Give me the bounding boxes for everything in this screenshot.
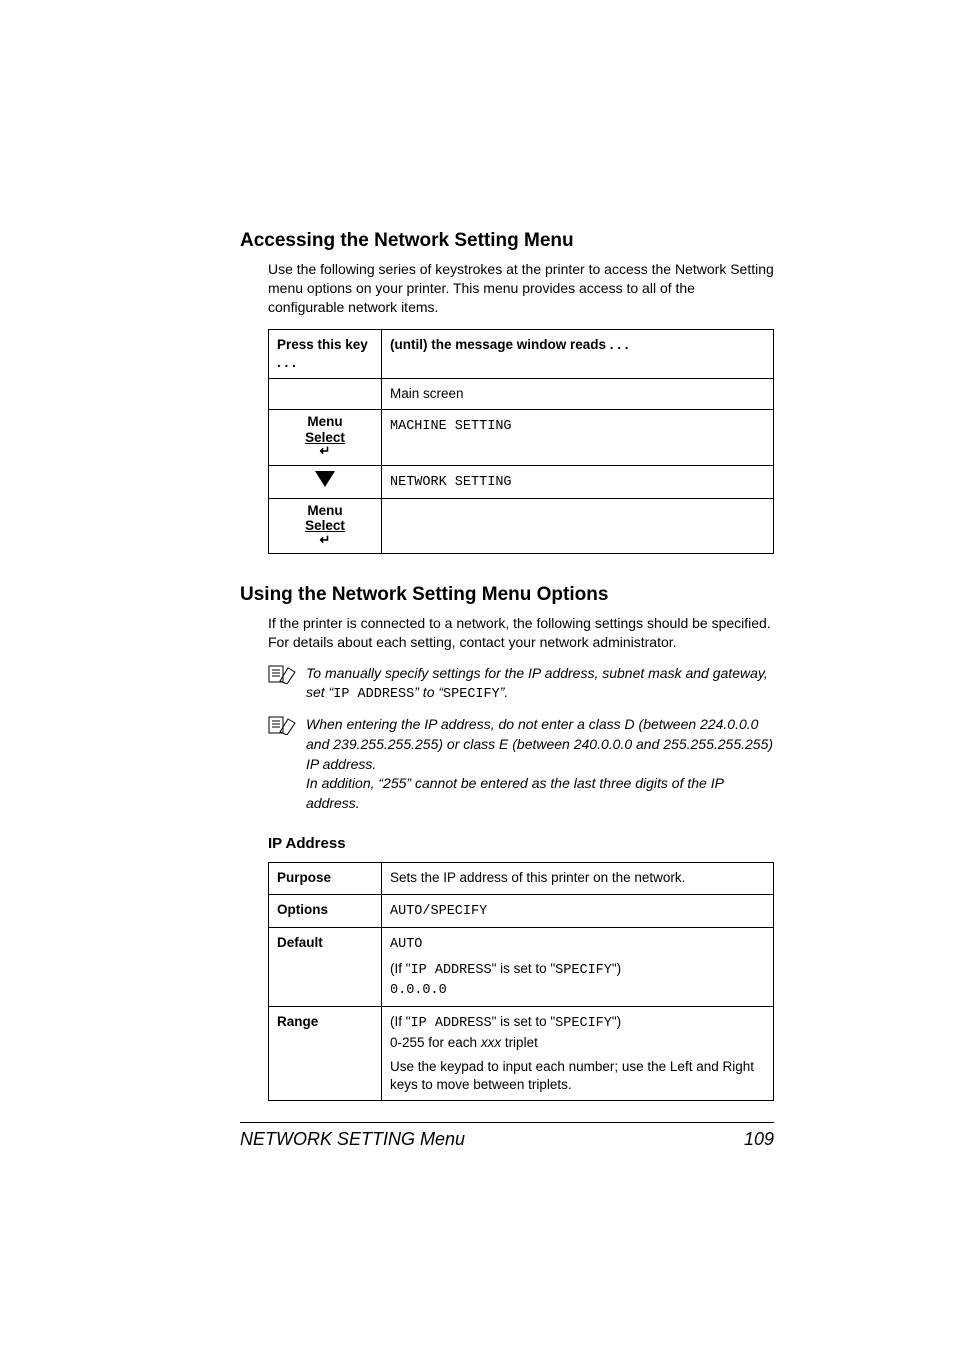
value-range: (If "IP ADDRESS" is set to "SPECIFY") 0-… — [382, 1007, 774, 1101]
note-2-text: When entering the IP address, do not ent… — [306, 715, 774, 813]
table-row: Menu Select ↵ — [269, 498, 774, 553]
message-cell: NETWORK SETTING — [382, 465, 774, 498]
label-default: Default — [269, 927, 382, 1007]
page-footer: NETWORK SETTING Menu 109 — [240, 1122, 774, 1150]
keystroke-table: Press this key . . . (until) the message… — [268, 329, 774, 554]
table-row: Options AUTO/SPECIFY — [269, 894, 774, 927]
value-options: AUTO/SPECIFY — [382, 894, 774, 927]
value-purpose: Sets the IP address of this printer on t… — [382, 863, 774, 894]
message-cell: MACHINE SETTING — [382, 410, 774, 465]
enter-arrow-icon: ↵ — [305, 533, 345, 546]
footer-page-number: 109 — [744, 1129, 774, 1150]
key-cell-down — [269, 465, 382, 498]
note-1-text: To manually specify settings for the IP … — [306, 664, 774, 705]
message-cell: Main screen — [382, 379, 774, 410]
note-2: When entering the IP address, do not ent… — [268, 715, 774, 813]
table-row: Range (If "IP ADDRESS" is set to "SPECIF… — [269, 1007, 774, 1101]
note-1: To manually specify settings for the IP … — [268, 664, 774, 705]
table-row: Main screen — [269, 379, 774, 410]
menu-label: Menu — [307, 503, 342, 518]
heading-using-options: Using the Network Setting Menu Options — [240, 584, 774, 606]
down-arrow-icon — [315, 471, 335, 487]
message-cell — [382, 498, 774, 553]
intro-text-2: If the printer is connected to a network… — [268, 614, 774, 652]
footer-title: NETWORK SETTING Menu — [240, 1129, 465, 1150]
key-cell-menu-select: Menu Select ↵ — [269, 498, 382, 553]
note-icon — [268, 715, 300, 738]
value-default: AUTO (If "IP ADDRESS" is set to "SPECIFY… — [382, 927, 774, 1007]
ip-address-table: Purpose Sets the IP address of this prin… — [268, 862, 774, 1101]
header-press-this-key: Press this key . . . — [269, 329, 382, 378]
table-row: Purpose Sets the IP address of this prin… — [269, 863, 774, 894]
enter-arrow-icon: ↵ — [305, 444, 345, 457]
menu-label: Menu — [307, 414, 342, 429]
table-row: Menu Select ↵ MACHINE SETTING — [269, 410, 774, 465]
label-purpose: Purpose — [269, 863, 382, 894]
heading-ip-address: IP Address — [268, 835, 774, 852]
table-row: Default AUTO (If "IP ADDRESS" is set to … — [269, 927, 774, 1007]
label-range: Range — [269, 1007, 382, 1101]
label-options: Options — [269, 894, 382, 927]
heading-accessing: Accessing the Network Setting Menu — [240, 230, 774, 252]
intro-text-1: Use the following series of keystrokes a… — [268, 260, 774, 317]
key-cell-blank — [269, 379, 382, 410]
header-message-window: (until) the message window reads . . . — [382, 329, 774, 378]
table-header-row: Press this key . . . (until) the message… — [269, 329, 774, 378]
key-cell-menu-select: Menu Select ↵ — [269, 410, 382, 465]
note-icon — [268, 664, 300, 687]
table-row: NETWORK SETTING — [269, 465, 774, 498]
